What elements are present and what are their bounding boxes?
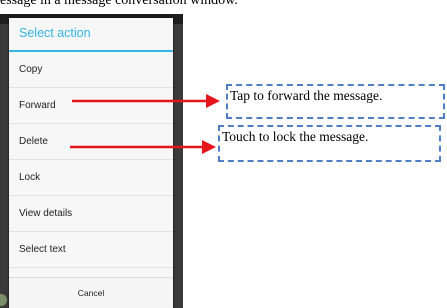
phone-screen: Select action Copy Forward Delete Lock V… xyxy=(0,14,183,308)
menu-item-view-details[interactable]: View details xyxy=(9,196,173,232)
lock-callout: Touch to lock the message. xyxy=(218,125,441,162)
menu-item-lock[interactable]: Lock xyxy=(9,160,173,196)
lock-arrow-icon xyxy=(70,140,216,154)
action-menu: Copy Forward Delete Lock View details Se… xyxy=(9,52,173,268)
caption-text: essage in a message conversation window. xyxy=(0,0,238,8)
forward-callout-text: Tap to forward the message. xyxy=(230,88,383,103)
forward-callout: Tap to forward the message. xyxy=(226,84,445,119)
background-edge-right xyxy=(174,24,183,308)
menu-item-select-text[interactable]: Select text xyxy=(9,232,173,268)
forward-arrow-icon xyxy=(72,94,220,108)
background-edge-left xyxy=(0,24,8,308)
cancel-button[interactable]: Cancel xyxy=(9,277,173,308)
menu-item-copy[interactable]: Copy xyxy=(9,52,173,88)
dialog-title: Select action xyxy=(9,18,173,52)
lock-callout-text: Touch to lock the message. xyxy=(222,129,369,144)
select-action-dialog: Select action Copy Forward Delete Lock V… xyxy=(9,18,173,308)
